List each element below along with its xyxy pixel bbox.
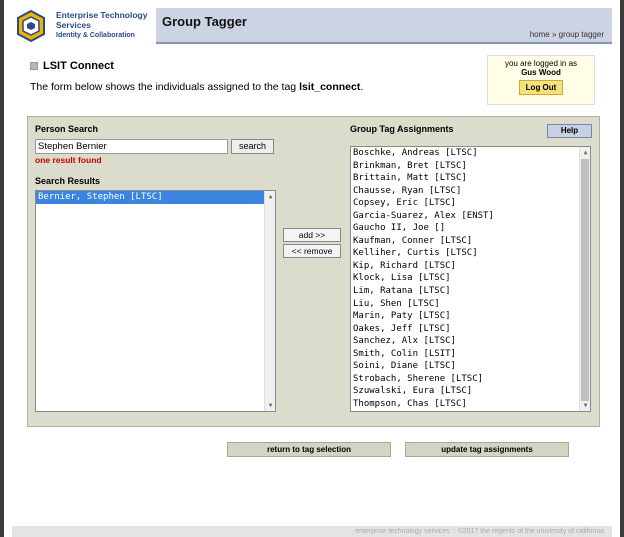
list-item[interactable]: Bernier, Stephen [LTSC]: [36, 191, 275, 204]
header: Enterprise Technology Services Identity …: [12, 6, 612, 46]
section-title-text: LSIT Connect: [43, 60, 114, 72]
list-item[interactable]: Marin, Paty [LTSC]: [351, 310, 590, 323]
list-item[interactable]: Smith, Colin [LSIT]: [351, 348, 590, 361]
list-item[interactable]: Chausse, Ryan [LTSC]: [351, 185, 590, 198]
person-search-input[interactable]: Stephen Bernier: [35, 139, 228, 154]
search-results-list[interactable]: Bernier, Stephen [LTSC] ▲ ▼: [35, 190, 276, 412]
person-search-label: Person Search: [35, 124, 99, 134]
scroll-down-icon[interactable]: ▼: [265, 400, 275, 411]
list-item[interactable]: Copsey, Eric [LTSC]: [351, 197, 590, 210]
square-bullet-icon: [30, 62, 38, 70]
description-suffix: .: [360, 81, 364, 93]
list-item[interactable]: Kaufman, Conner [LTSC]: [351, 235, 590, 248]
tag-form-panel: Person Search Stephen Bernier search one…: [27, 116, 600, 427]
list-item[interactable]: Szuwalski, Eura [LTSC]: [351, 385, 590, 398]
list-item[interactable]: Klock, Lisa [LTSC]: [351, 272, 590, 285]
list-item[interactable]: Kelliher, Curtis [LTSC]: [351, 247, 590, 260]
scroll-up-icon[interactable]: ▲: [580, 147, 590, 158]
section-title: LSIT Connect: [30, 60, 114, 72]
list-item[interactable]: Brittain, Matt [LTSC]: [351, 172, 590, 185]
scroll-down-icon[interactable]: ▼: [580, 400, 590, 411]
app-title: Group Tagger: [162, 14, 247, 29]
list-item[interactable]: Lim, Ratana [LTSC]: [351, 285, 590, 298]
list-item[interactable]: Liu, Shen [LTSC]: [351, 298, 590, 311]
assignments-scrollbar[interactable]: ▲ ▼: [579, 147, 590, 411]
logo-line1: Enterprise Technology: [56, 10, 148, 20]
logo-line3: Identity & Collaboration: [56, 32, 135, 39]
form-description: The form below shows the individuals ass…: [30, 81, 363, 93]
assignments-list[interactable]: Boschke, Andreas [LTSC] Brinkman, Bret [L…: [350, 146, 591, 412]
login-box: you are logged in as Gus Wood Log Out: [487, 55, 595, 105]
list-item[interactable]: Sanchez, Alx [LTSC]: [351, 335, 590, 348]
tag-name: lsit_connect: [299, 81, 361, 93]
list-item[interactable]: Kip, Richard [LTSC]: [351, 260, 590, 273]
scroll-up-icon[interactable]: ▲: [265, 191, 275, 202]
footer: enterprise technology services :: ©2017 …: [12, 526, 612, 537]
search-button[interactable]: search: [231, 139, 274, 154]
list-item[interactable]: Boschke, Andreas [LTSC]: [351, 147, 590, 160]
scroll-thumb[interactable]: [581, 159, 589, 401]
help-button[interactable]: Help: [547, 124, 592, 138]
list-item[interactable]: Gaucho II, Joe []: [351, 222, 590, 235]
search-results-label: Search Results: [35, 176, 101, 186]
ets-logo-icon: [17, 10, 45, 42]
group-tag-assignments-label: Group Tag Assignments: [350, 124, 454, 134]
logged-in-user: Gus Wood: [521, 68, 561, 77]
logout-button[interactable]: Log Out: [518, 80, 564, 95]
breadcrumb[interactable]: home » group tagger: [530, 30, 604, 39]
description-text: The form below shows the individuals ass…: [30, 81, 300, 93]
logo-line2: Services: [56, 20, 91, 30]
results-scrollbar[interactable]: ▲ ▼: [264, 191, 275, 411]
list-item[interactable]: Brinkman, Bret [LTSC]: [351, 160, 590, 173]
list-item[interactable]: Oakes, Jeff [LTSC]: [351, 323, 590, 336]
ets-logo[interactable]: Enterprise Technology Services Identity …: [16, 8, 156, 46]
list-item[interactable]: Soini, Diane [LTSC]: [351, 360, 590, 373]
add-button[interactable]: add >>: [283, 228, 341, 242]
login-status: you are logged in as: [504, 59, 578, 68]
remove-button[interactable]: << remove: [283, 244, 341, 258]
update-tag-assignments-button[interactable]: update tag assignments: [405, 442, 569, 457]
list-item[interactable]: Garcia-Suarez, Alex [ENST]: [351, 210, 590, 223]
search-status: one result found: [35, 155, 102, 165]
return-to-tag-selection-button[interactable]: return to tag selection: [227, 442, 391, 457]
list-item[interactable]: Strobach, Sherene [LTSC]: [351, 373, 590, 386]
list-item[interactable]: Thompson, Chas [LTSC]: [351, 398, 590, 411]
title-bar: Group Tagger home » group tagger: [156, 8, 612, 44]
